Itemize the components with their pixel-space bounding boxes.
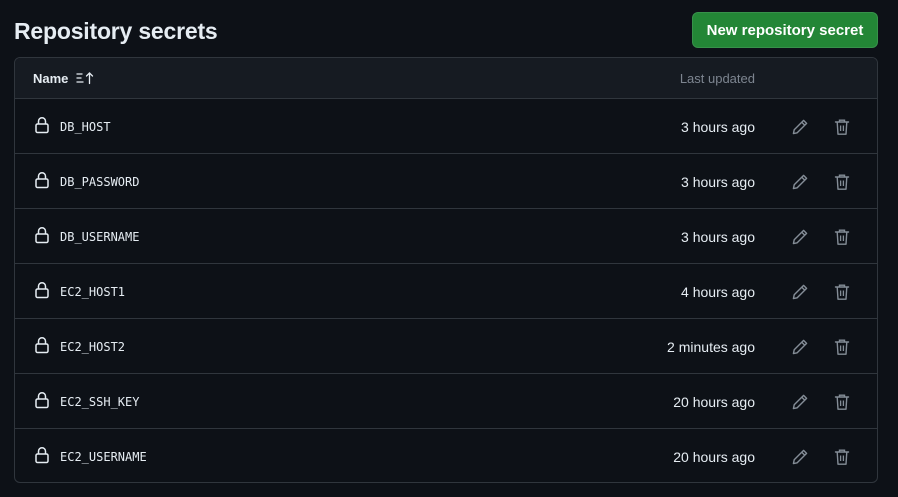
secrets-table: Name Last updated DB_HOST 3 hours ago DB_P… <box>14 57 878 483</box>
lock-icon <box>34 116 50 134</box>
sort-ascending-icon[interactable] <box>76 71 96 85</box>
trash-icon[interactable] <box>832 172 852 192</box>
lock-icon <box>34 226 50 244</box>
secret-name: DB_HOST <box>60 119 111 134</box>
pencil-icon[interactable] <box>790 282 810 302</box>
secret-row: EC2_HOST2 2 minutes ago <box>15 319 877 374</box>
secret-row: EC2_SSH_KEY 20 hours ago <box>15 374 877 429</box>
secret-name: EC2_HOST1 <box>60 284 126 299</box>
secret-last-updated: 20 hours ago <box>673 393 755 410</box>
lock-icon <box>34 171 50 189</box>
secret-name: EC2_SSH_KEY <box>60 394 140 409</box>
trash-icon[interactable] <box>832 117 852 137</box>
table-header: Name Last updated <box>15 58 877 99</box>
lock-icon <box>34 391 50 409</box>
secret-name: DB_USERNAME <box>60 229 140 244</box>
secret-name: EC2_USERNAME <box>60 449 147 464</box>
secret-last-updated: 3 hours ago <box>681 173 755 190</box>
secret-last-updated: 20 hours ago <box>673 448 755 465</box>
last-updated-column-header: Last updated <box>679 70 755 86</box>
pencil-icon[interactable] <box>790 392 810 412</box>
lock-icon <box>34 336 50 354</box>
secret-row: EC2_USERNAME 20 hours ago <box>15 429 877 482</box>
trash-icon[interactable] <box>832 337 852 357</box>
secret-row: DB_HOST 3 hours ago <box>15 99 877 154</box>
secret-row: DB_USERNAME 3 hours ago <box>15 209 877 264</box>
secret-row: DB_PASSWORD 3 hours ago <box>15 154 877 209</box>
lock-icon <box>34 281 50 299</box>
trash-icon[interactable] <box>832 227 852 247</box>
page-title: Repository secrets <box>14 18 218 44</box>
secret-last-updated: 2 minutes ago <box>667 338 755 355</box>
secrets-list: DB_HOST 3 hours ago DB_PASSWORD 3 hours ago… <box>15 99 877 482</box>
trash-icon[interactable] <box>832 392 852 412</box>
trash-icon[interactable] <box>832 282 852 302</box>
secret-row: EC2_HOST1 4 hours ago <box>15 264 877 319</box>
secret-name: DB_PASSWORD <box>60 174 140 189</box>
secret-last-updated: 4 hours ago <box>681 283 755 300</box>
lock-icon <box>34 446 50 464</box>
secret-last-updated: 3 hours ago <box>681 118 755 135</box>
pencil-icon[interactable] <box>790 172 810 192</box>
new-repository-secret-button[interactable]: New repository secret <box>692 12 878 48</box>
pencil-icon[interactable] <box>790 117 810 137</box>
trash-icon[interactable] <box>832 447 852 467</box>
pencil-icon[interactable] <box>790 337 810 357</box>
name-header-label: Name <box>33 70 69 86</box>
name-column-header[interactable]: Name <box>33 58 96 98</box>
secret-last-updated: 3 hours ago <box>681 228 755 245</box>
pencil-icon[interactable] <box>790 447 810 467</box>
pencil-icon[interactable] <box>790 227 810 247</box>
secret-name: EC2_HOST2 <box>60 339 126 354</box>
